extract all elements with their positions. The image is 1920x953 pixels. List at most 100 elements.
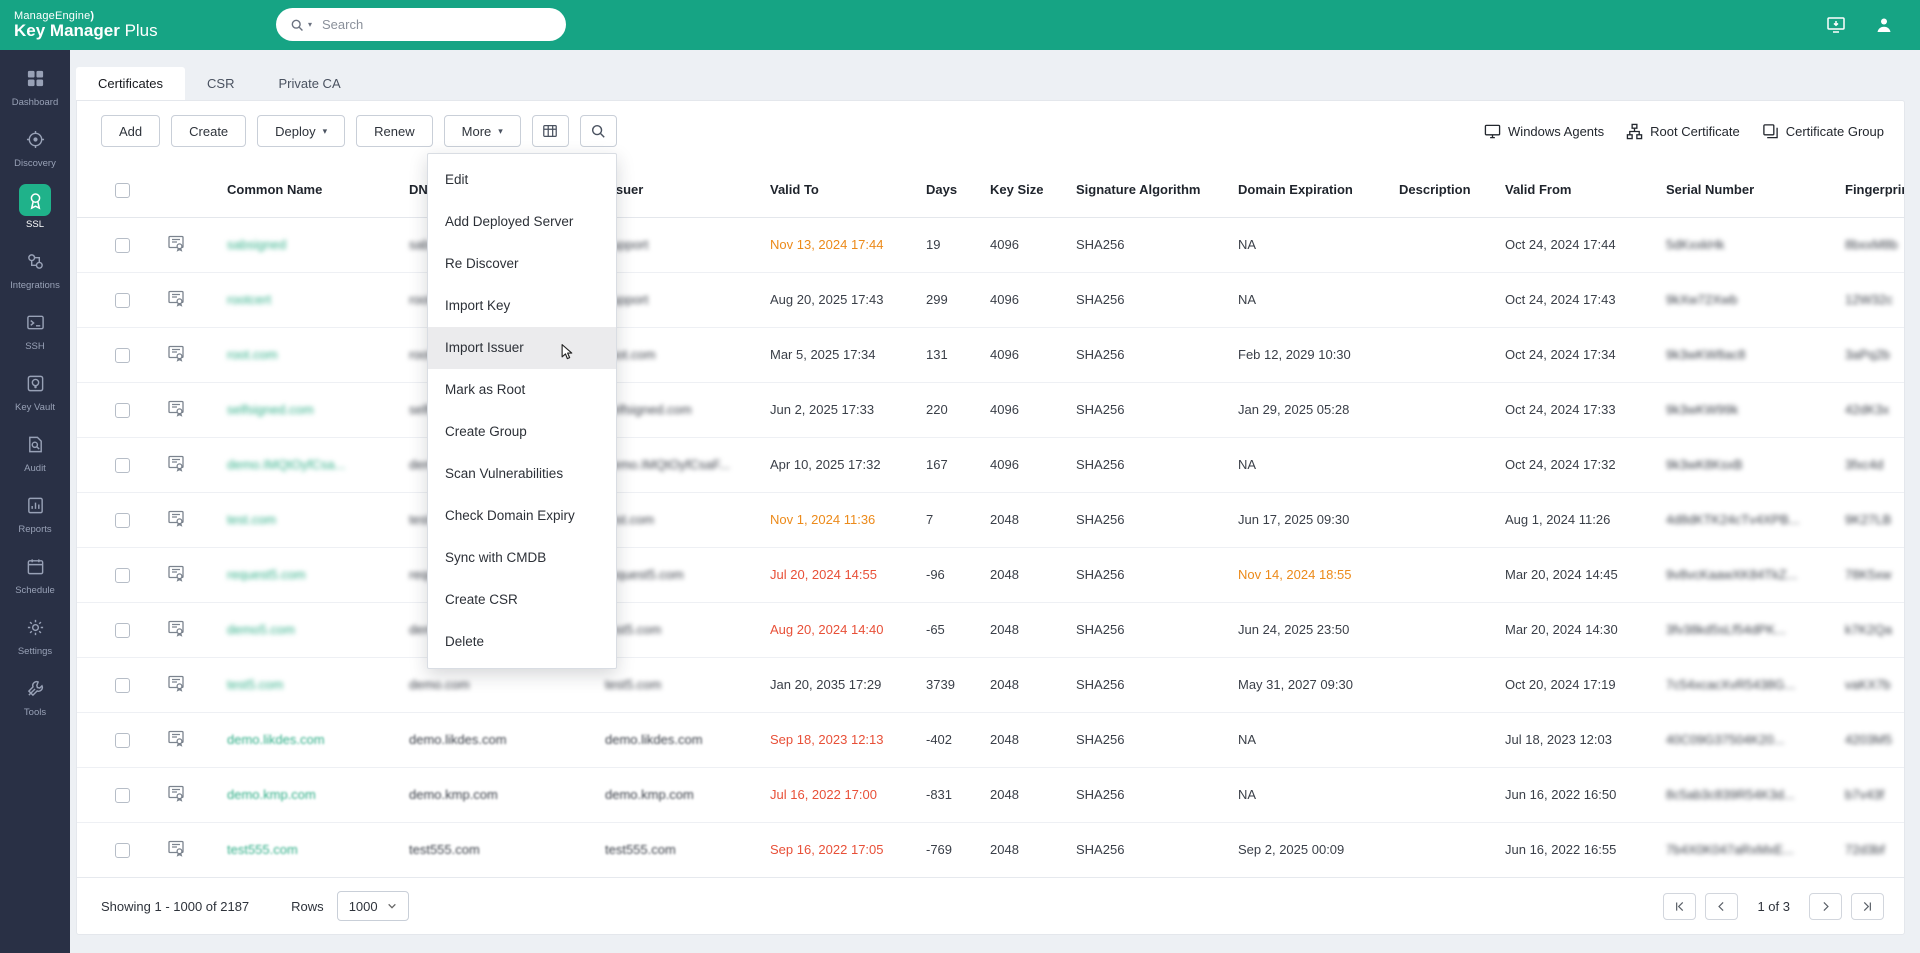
prev-page-button[interactable] <box>1705 892 1739 920</box>
ssh-terminal-icon <box>19 306 51 338</box>
certificate-group-icon <box>1762 123 1779 140</box>
row-checkbox[interactable] <box>114 622 130 638</box>
certificate-group-link[interactable]: Certificate Group <box>1762 123 1884 140</box>
cell-key-size: 2048 <box>990 822 1076 877</box>
cell-signature-algorithm: SHA256 <box>1076 602 1238 658</box>
menu-item-delete[interactable]: Delete <box>428 621 616 663</box>
row-checkbox[interactable] <box>114 402 130 418</box>
menu-item-add-deployed-server[interactable]: Add Deployed Server <box>428 201 616 243</box>
cell-description <box>1399 327 1505 383</box>
search-scope-caret-icon[interactable]: ▾ <box>308 20 312 29</box>
row-checkbox[interactable] <box>114 237 130 253</box>
table-header-row: Common NameDNS NameIssuerValid ToDaysKey… <box>77 163 1904 218</box>
sidebar-item-reports[interactable]: Reports <box>0 481 70 542</box>
cell-key-size: 4096 <box>990 437 1076 493</box>
cell-valid-from: Oct 20, 2024 17:19 <box>1505 657 1666 713</box>
column-chooser-button[interactable] <box>531 115 569 147</box>
user-profile-icon[interactable] <box>1874 15 1894 35</box>
toolbar-links: Windows Agents Root Certificate Certificat… <box>1484 123 1884 140</box>
row-checkbox[interactable] <box>114 292 130 308</box>
pagination-controls: 1 of 3 <box>1663 892 1884 920</box>
create-button[interactable]: Create <box>171 115 247 147</box>
column-header-description[interactable]: Description <box>1399 163 1505 218</box>
row-checkbox[interactable] <box>114 842 130 858</box>
row-checkbox[interactable] <box>114 732 130 748</box>
pagination-summary: Showing 1 - 1000 of 2187 Rows 1000 <box>101 891 409 921</box>
next-page-button[interactable] <box>1809 892 1842 920</box>
sidebar-item-tools[interactable]: Tools <box>0 664 70 725</box>
last-page-button[interactable] <box>1851 892 1884 920</box>
tab-private-ca[interactable]: Private CA <box>256 67 362 100</box>
column-header-days[interactable]: Days <box>926 163 990 218</box>
sidebar-item-audit[interactable]: Audit <box>0 420 70 481</box>
tab-csr[interactable]: CSR <box>185 67 256 100</box>
cell-dns-name: demo.likdes.com <box>409 712 605 768</box>
row-checkbox[interactable] <box>114 457 130 473</box>
sidebar-item-dashboard[interactable]: Dashboard <box>0 54 70 115</box>
cell-key-size: 4096 <box>990 217 1076 273</box>
row-checkbox[interactable] <box>114 347 130 363</box>
more-button[interactable]: More ▾ <box>443 115 521 147</box>
deploy-button[interactable]: Deploy ▾ <box>257 115 346 147</box>
sidebar-item-label: Settings <box>17 646 53 657</box>
windows-agents-icon <box>1484 123 1501 140</box>
menu-item-create-csr[interactable]: Create CSR <box>428 579 616 621</box>
menu-item-sync-with-cmdb[interactable]: Sync with CMDB <box>428 537 616 579</box>
sidebar-item-ssh[interactable]: SSH <box>0 298 70 359</box>
column-header-serial-number[interactable]: Serial Number <box>1666 163 1845 218</box>
column-header-fingerprint[interactable]: Fingerprint <box>1845 163 1904 218</box>
column-header-domain-expiration[interactable]: Domain Expiration <box>1238 163 1399 218</box>
cell-valid-from: Oct 24, 2024 17:34 <box>1505 327 1666 383</box>
menu-item-mark-as-root[interactable]: Mark as Root <box>428 369 616 411</box>
menu-item-check-domain-expiry[interactable]: Check Domain Expiry <box>428 495 616 537</box>
menu-item-re-discover[interactable]: Re Discover <box>428 243 616 285</box>
table-search-button[interactable] <box>579 115 617 147</box>
menu-item-import-issuer[interactable]: Import Issuer <box>428 327 616 369</box>
root-certificate-link[interactable]: Root Certificate <box>1626 123 1740 140</box>
agent-download-icon[interactable] <box>1826 15 1846 35</box>
renew-button[interactable]: Renew <box>356 115 433 147</box>
link-label: Windows Agents <box>1508 123 1605 139</box>
menu-item-label: Create CSR <box>445 592 518 607</box>
sidebar-item-schedule[interactable]: Schedule <box>0 542 70 603</box>
column-header-key-size[interactable]: Key Size <box>990 163 1076 218</box>
column-header-common-name[interactable]: Common Name <box>227 163 409 218</box>
table-row: root.comroot.comroot.comMar 5, 2025 17:3… <box>77 327 1904 383</box>
first-page-button[interactable] <box>1663 892 1697 920</box>
cell-days: 7 <box>926 492 990 548</box>
menu-item-import-key[interactable]: Import Key <box>428 285 616 327</box>
sidebar-item-discovery[interactable]: Discovery <box>0 115 70 176</box>
row-checkbox[interactable] <box>114 787 130 803</box>
cell-signature-algorithm: SHA256 <box>1076 217 1238 273</box>
cell-domain-expiration: NA <box>1238 437 1399 493</box>
cell-description <box>1399 712 1505 768</box>
menu-item-scan-vulnerabilities[interactable]: Scan Vulnerabilities <box>428 453 616 495</box>
tab-certificates[interactable]: Certificates <box>76 67 186 100</box>
search-input[interactable] <box>320 16 552 33</box>
sidebar-item-settings[interactable]: Settings <box>0 603 70 664</box>
row-checkbox[interactable] <box>114 567 130 583</box>
column-header-valid-from[interactable]: Valid From <box>1505 163 1666 218</box>
row-icon-header <box>167 163 227 218</box>
select-all-checkbox[interactable] <box>114 182 130 198</box>
windows-agents-link[interactable]: Windows Agents <box>1484 123 1604 140</box>
column-header-signature-algorithm[interactable]: Signature Algorithm <box>1076 163 1238 218</box>
cell-serial-number: 9k3wKW8ac8 <box>1666 327 1845 383</box>
sidebar-item-integrations[interactable]: Integrations <box>0 237 70 298</box>
cell-serial-number: 9k3wK8KsxB <box>1666 437 1845 493</box>
topbar-actions <box>1826 15 1894 35</box>
menu-item-edit[interactable]: Edit <box>428 159 616 201</box>
sidebar-item-key-vault[interactable]: Key Vault <box>0 359 70 420</box>
sidebar-item-ssl[interactable]: SSL <box>0 176 70 237</box>
audit-icon <box>19 428 51 460</box>
menu-item-create-group[interactable]: Create Group <box>428 411 616 453</box>
rows-per-page-select[interactable]: 1000 <box>336 891 409 921</box>
row-checkbox[interactable] <box>114 677 130 693</box>
row-checkbox[interactable] <box>114 512 130 528</box>
column-header-issuer[interactable]: Issuer <box>605 163 770 218</box>
add-button[interactable]: Add <box>101 115 161 147</box>
column-header-valid-to[interactable]: Valid To <box>770 163 926 218</box>
reports-icon <box>19 489 51 521</box>
dashboard-icon <box>19 62 51 94</box>
app-logo[interactable]: ManageEngine) Key Manager Plus <box>14 10 158 41</box>
